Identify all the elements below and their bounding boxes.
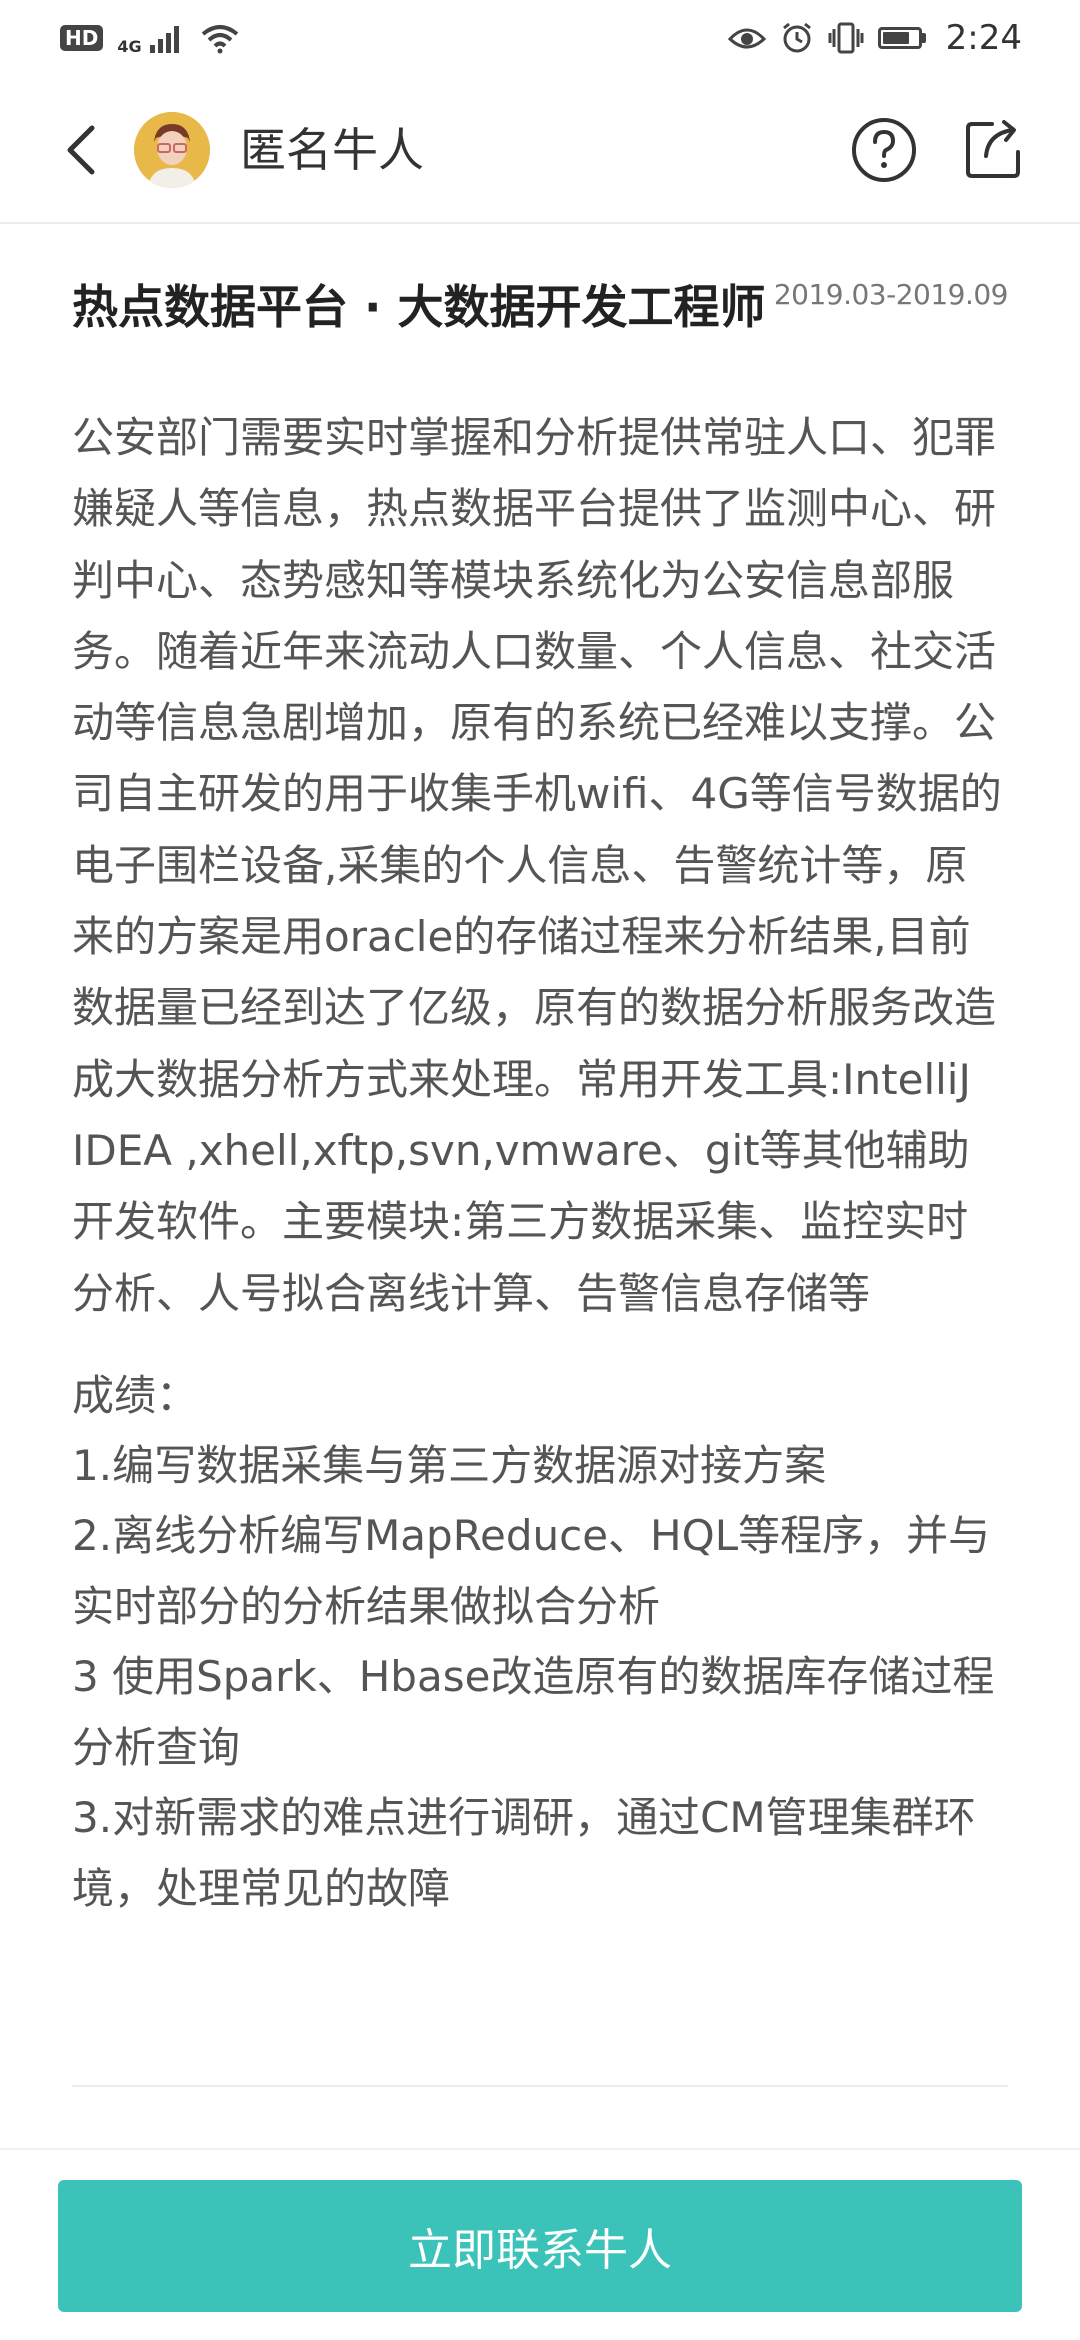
signal-icon xyxy=(149,26,179,53)
project-period: 2019.03-2019.09 xyxy=(773,278,1009,311)
project-title-row: 热点数据平台 · 大数据开发工程师 2019.03-2019.09 xyxy=(72,276,1009,338)
app-header: 匿名牛人 xyxy=(0,76,1080,224)
help-icon[interactable] xyxy=(850,116,918,184)
battery-fill xyxy=(882,32,910,44)
vibrate-icon xyxy=(828,22,864,54)
project-detail: 热点数据平台 · 大数据开发工程师 2019.03-2019.09 公安部门需要… xyxy=(72,224,1009,1925)
bottom-action-bar: 立即联系牛人 xyxy=(0,2148,1080,2340)
status-bar: HD 4G 2:24 xyxy=(0,0,1080,76)
alarm-icon xyxy=(782,22,811,53)
battery-tip xyxy=(921,33,926,43)
achievements-label: 成绩： xyxy=(72,1370,199,1420)
network-type-label: 4G xyxy=(117,37,142,56)
battery-body xyxy=(877,27,922,49)
status-bar-left: HD 4G xyxy=(60,21,240,55)
achievement-item: 2.离线分析编写MapReduce、HQL等程序，并与实时部分的分析结果做拟合分… xyxy=(72,1511,991,1631)
page-title: 匿名牛人 xyxy=(240,123,424,177)
avatar[interactable] xyxy=(134,112,210,188)
achievement-item: 3 使用Spark、Hbase改造原有的数据库存储过程分析查询 xyxy=(72,1652,995,1772)
contact-button[interactable]: 立即联系牛人 xyxy=(58,2180,1022,2312)
avatar-icon xyxy=(134,112,210,188)
achievement-item: 1.编写数据采集与第三方数据源对接方案 xyxy=(72,1440,827,1490)
project-title: 热点数据平台 · 大数据开发工程师 xyxy=(72,280,766,334)
back-arrow-icon[interactable] xyxy=(62,122,102,178)
project-description: 公安部门需要实时掌握和分析提供常驻人口、犯罪嫌疑人等信息，热点数据平台提供了监测… xyxy=(72,413,1002,1318)
eye-icon xyxy=(727,28,766,49)
achievement-item: 3.对新需求的难点进行调研，通过CM管理集群环境，处理常见的故障 xyxy=(72,1793,976,1913)
wifi-icon xyxy=(201,25,238,54)
battery-icon xyxy=(877,27,926,49)
status-bar-right: 2:24 xyxy=(727,18,1022,58)
status-time: 2:24 xyxy=(945,18,1022,58)
achievements-list: 1.编写数据采集与第三方数据源对接方案 2.离线分析编写MapReduce、HQ… xyxy=(72,1431,1008,1925)
share-icon[interactable] xyxy=(962,116,1026,180)
hd-icon: HD xyxy=(60,25,104,51)
content-divider xyxy=(72,2085,1008,2087)
